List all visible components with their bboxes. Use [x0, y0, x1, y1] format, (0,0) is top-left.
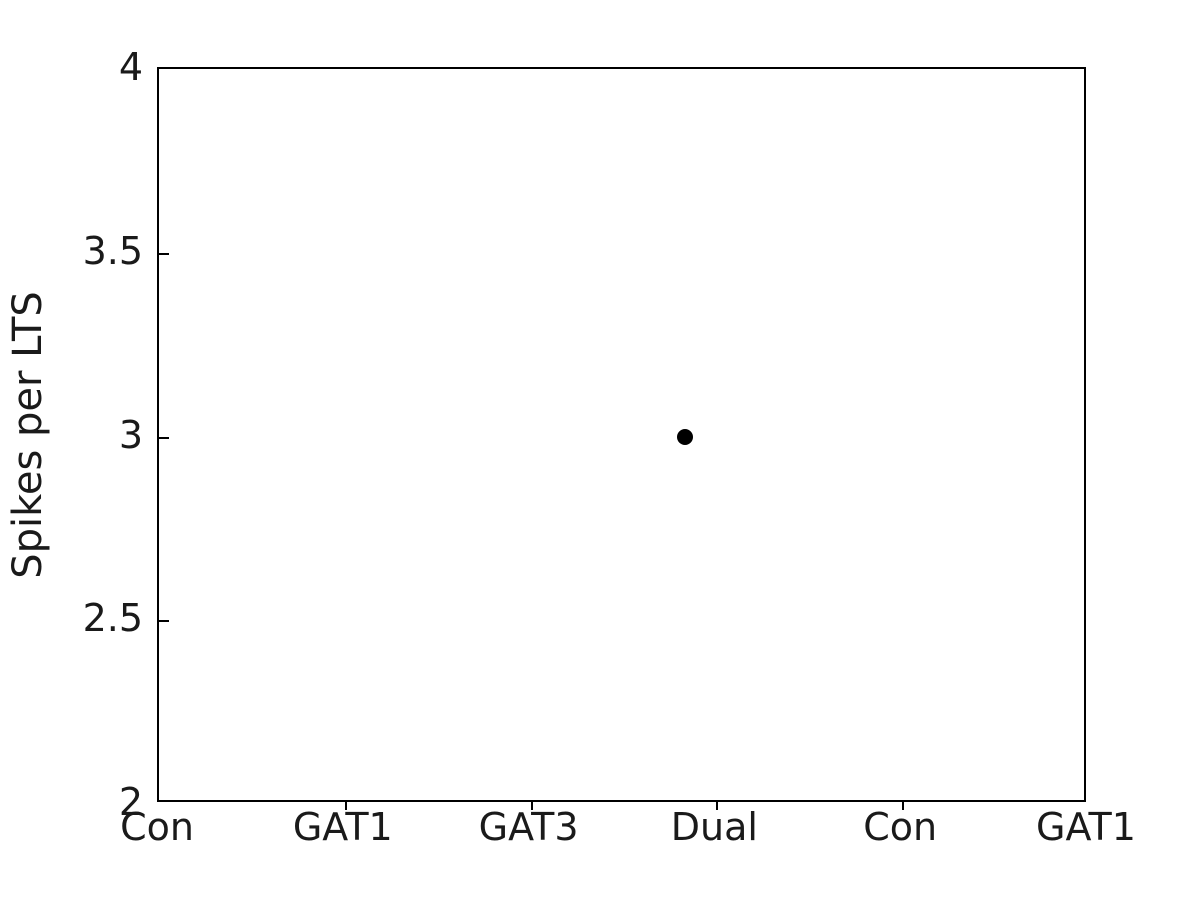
data-point	[676, 428, 693, 445]
y-axis-tick-label: 3	[118, 412, 143, 457]
y-axis-tick-label: 3.5	[82, 228, 143, 273]
y-axis-tick-label: 2.5	[82, 596, 143, 641]
data-points-layer	[159, 69, 1084, 800]
x-axis-tick-label: Dual	[670, 805, 758, 849]
figure-canvas: Spikes per LTS 2 2.5 3 3.5 4 Con GAT1 GAT3 Dual…	[0, 0, 1200, 900]
y-axis-tick-label: 4	[118, 45, 143, 89]
x-axis-tick-label: GAT1	[292, 805, 393, 849]
x-axis-tick-label: Con	[120, 805, 194, 849]
plot-area	[157, 67, 1086, 810]
x-axis-tick-label: GAT3	[478, 805, 579, 849]
y-axis-tick-labels: 2 2.5 3 3.5 4	[0, 48, 143, 821]
x-axis-tick-label: GAT1	[1036, 805, 1136, 849]
x-axis-tick-labels: Con GAT1 GAT3 Dual Con GAT1	[120, 805, 1136, 868]
x-axis-tick-label: Con	[863, 805, 938, 849]
